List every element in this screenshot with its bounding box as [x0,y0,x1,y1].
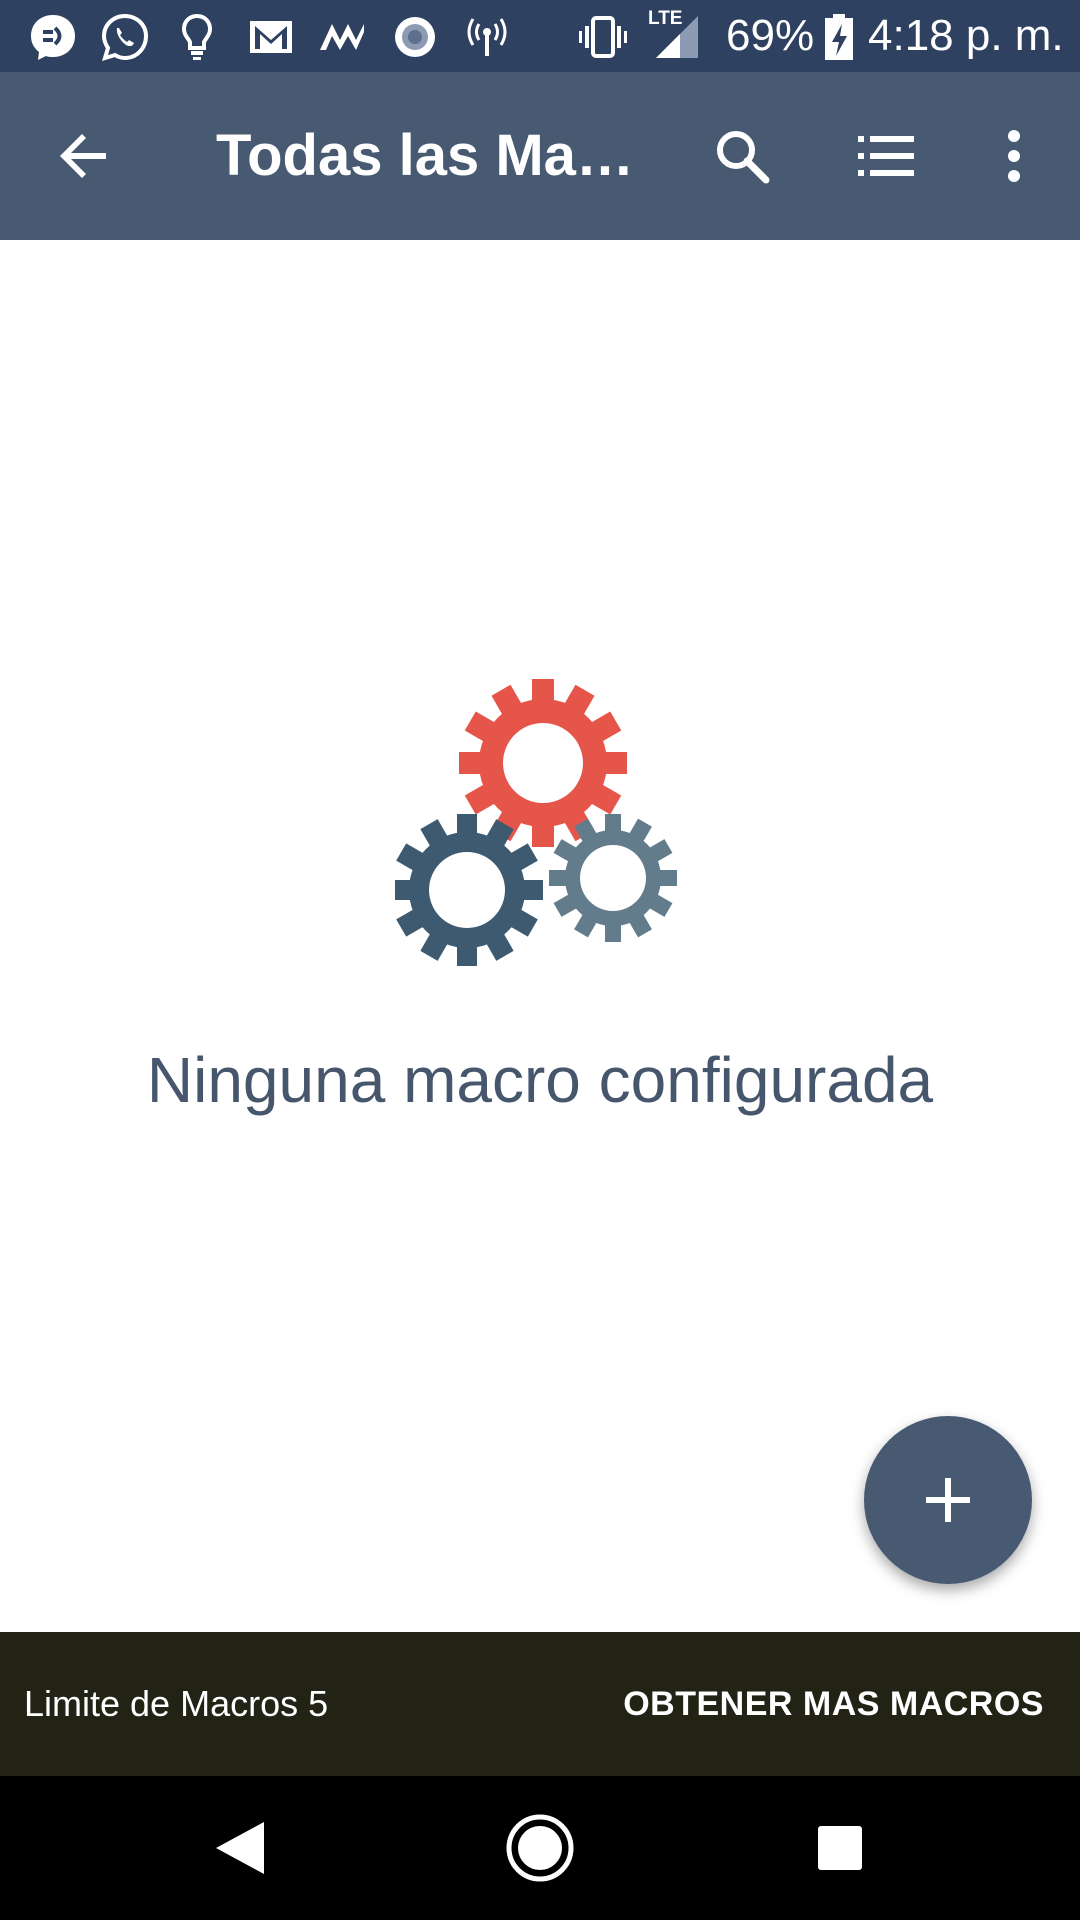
battery-charging-icon [825,14,853,60]
m-app-icon [320,24,364,50]
home-circle-icon [506,1814,574,1882]
screen: LTE 69% 4:18 p. m. Todas las Macros [0,0,1080,1920]
battery-percentage: 69% [726,11,815,60]
messenger-icon [31,15,75,60]
whatsapp-icon [101,13,149,61]
lte-signal-icon [656,16,698,58]
vibrate-icon [579,16,627,58]
clock: 4:18 p. m. [868,11,1064,60]
hotspot-icon [467,18,507,56]
gears-icon [395,679,677,966]
list-view-button[interactable] [838,108,934,204]
navigation-bar [0,1776,1080,1920]
overflow-menu-button[interactable] [966,108,1062,204]
status-bar: LTE 69% 4:18 p. m. [0,0,1080,72]
nav-recents-button[interactable] [792,1800,888,1896]
page-title: Todas las Macros [216,123,646,188]
macro-limit-banner: Limite de Macros 5 OBTENER MAS MACROS [0,1632,1080,1776]
add-macro-button[interactable] [864,1416,1032,1584]
back-button[interactable] [36,108,132,204]
back-triangle-icon [216,1822,264,1874]
get-more-macros-button[interactable]: OBTENER MAS MACROS [623,1632,1044,1776]
nav-home-button[interactable] [492,1800,588,1896]
empty-state-message: Ninguna macro configurada [146,1044,934,1116]
recents-square-icon [818,1826,862,1870]
list-icon [858,136,914,176]
lightbulb-icon [181,13,213,60]
record-icon [395,17,435,57]
back-arrow-icon [60,134,106,178]
search-icon [717,131,770,184]
plus-icon [926,1478,970,1522]
gmail-icon [250,21,292,53]
search-button[interactable] [694,108,790,204]
macro-limit-text: Limite de Macros 5 [24,1683,329,1724]
app-bar: Todas las Macros [0,72,1080,240]
more-vert-icon [1008,130,1020,182]
nav-back-button[interactable] [192,1800,288,1896]
